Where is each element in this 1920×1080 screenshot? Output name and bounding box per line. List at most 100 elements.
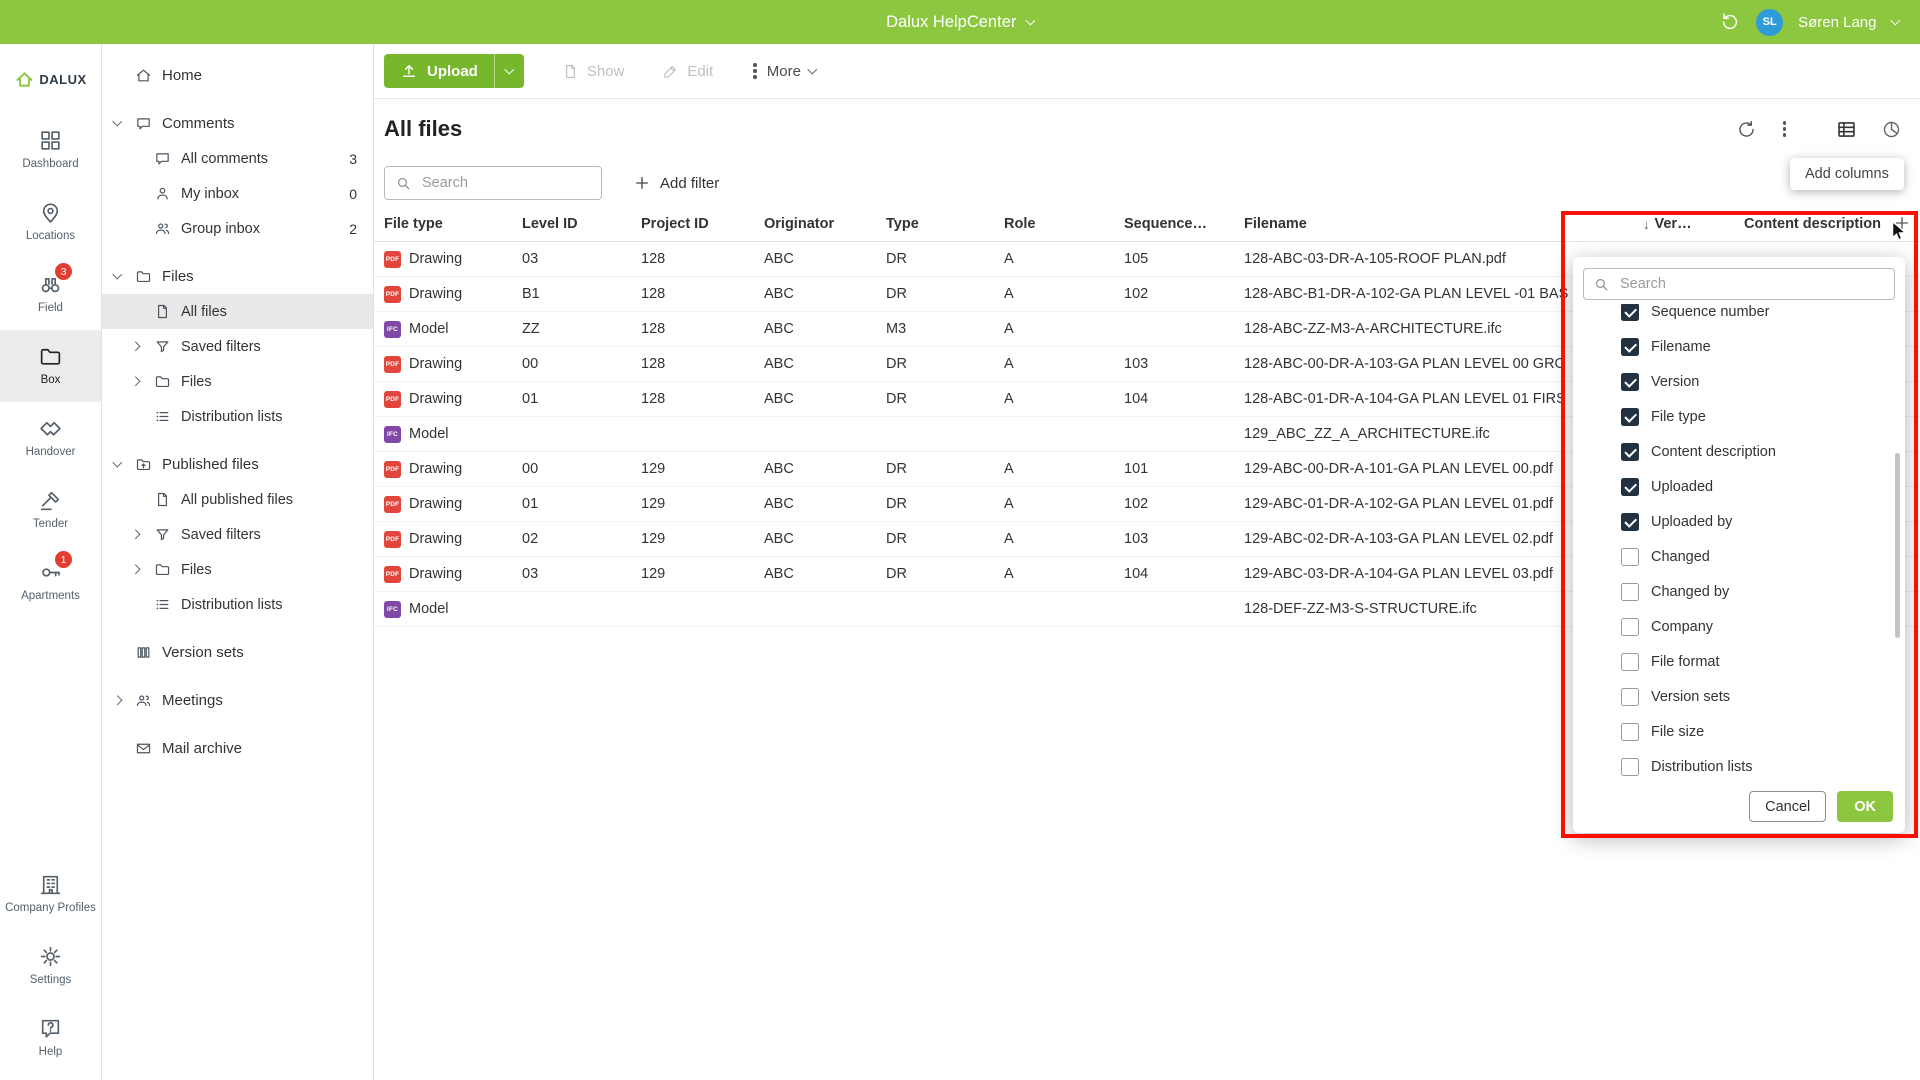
checkbox[interactable]	[1621, 373, 1639, 391]
options-kebab-icon[interactable]	[1781, 121, 1789, 137]
checkbox[interactable]	[1621, 443, 1639, 461]
table-view-icon[interactable]	[1836, 119, 1857, 140]
add-filter-button[interactable]: Add filter	[634, 175, 719, 192]
checkbox[interactable]	[1621, 478, 1639, 496]
chevron-down-icon[interactable]	[113, 270, 122, 279]
chevron-right-icon[interactable]	[131, 565, 140, 574]
sidebar-item-files-folder[interactable]: Files	[102, 364, 373, 399]
column-option[interactable]: Changed by	[1573, 574, 1905, 609]
checkbox[interactable]	[1621, 513, 1639, 531]
column-option[interactable]: Version sets	[1573, 679, 1905, 714]
checkbox[interactable]	[1621, 688, 1639, 706]
history-icon[interactable]	[1719, 11, 1741, 33]
checkbox[interactable]	[1621, 723, 1639, 741]
checkbox[interactable]	[1621, 408, 1639, 426]
chevron-down-icon[interactable]	[113, 117, 122, 126]
column-option[interactable]: Sequence number	[1573, 304, 1905, 329]
col-originator[interactable]: Originator	[764, 216, 886, 232]
col-file-type[interactable]: File type	[384, 216, 522, 232]
col-type[interactable]: Type	[886, 216, 1004, 232]
checkbox[interactable]	[1621, 583, 1639, 601]
sidebar-group-published-files[interactable]: Published files	[102, 447, 373, 482]
user-menu-chevron-icon[interactable]	[1890, 15, 1899, 24]
sidebar-item-published-files-folder[interactable]: Files	[102, 552, 373, 587]
column-option[interactable]: File format	[1573, 644, 1905, 679]
rail-item-field[interactable]: 3 Field	[0, 258, 101, 330]
col-version[interactable]: ↓ Ver…	[1643, 216, 1744, 232]
rail-item-help[interactable]: Help	[0, 1002, 101, 1074]
checkbox[interactable]	[1621, 548, 1639, 566]
column-option[interactable]: File size	[1573, 714, 1905, 749]
col-level-id[interactable]: Level ID	[522, 216, 641, 232]
chevron-right-icon[interactable]	[131, 530, 140, 539]
sidebar-item-version-sets[interactable]: Version sets	[102, 635, 373, 670]
col-filename[interactable]: Filename	[1244, 216, 1643, 232]
search-box[interactable]	[384, 166, 602, 200]
checkbox[interactable]	[1621, 758, 1639, 776]
rail-item-company-profiles[interactable]: Company Profiles	[0, 858, 101, 930]
project-id-cell: 129	[641, 461, 764, 477]
dalux-logo[interactable]: DALUX	[0, 44, 101, 114]
sidebar-group-meetings[interactable]: Meetings	[102, 683, 373, 718]
column-option[interactable]: Distribution lists	[1573, 749, 1905, 782]
sidebar-item-all-comments[interactable]: All comments 3	[102, 141, 373, 176]
col-role[interactable]: Role	[1004, 216, 1124, 232]
sidebar-item-published-saved-filters[interactable]: Saved filters	[102, 517, 373, 552]
popup-search-input[interactable]	[1618, 275, 1885, 293]
rail-item-settings[interactable]: Settings	[0, 930, 101, 1002]
cancel-button[interactable]: Cancel	[1749, 791, 1826, 822]
sidebar-item-mail-archive[interactable]: Mail archive	[102, 731, 373, 766]
column-option[interactable]: File type	[1573, 399, 1905, 434]
chevron-right-icon[interactable]	[113, 696, 122, 705]
rail-item-handover[interactable]: Handover	[0, 402, 101, 474]
avatar[interactable]: SL	[1756, 9, 1783, 36]
show-button[interactable]: Show	[562, 63, 625, 80]
sidebar-item-group-inbox[interactable]: Group inbox 2	[102, 211, 373, 246]
upload-dropdown-button[interactable]	[494, 54, 524, 88]
column-option[interactable]: Version	[1573, 364, 1905, 399]
col-project-id[interactable]: Project ID	[641, 216, 764, 232]
sidebar-item-saved-filters[interactable]: Saved filters	[102, 329, 373, 364]
sidebar-item-home[interactable]: Home	[102, 58, 373, 93]
sidebar-item-all-published-files[interactable]: All published files	[102, 482, 373, 517]
rail-item-label: Settings	[30, 974, 72, 987]
column-option[interactable]: Company	[1573, 609, 1905, 644]
edit-button[interactable]: Edit	[662, 63, 713, 80]
sidebar-item-all-files[interactable]: All files	[102, 294, 373, 329]
rail-item-apartments[interactable]: 1 Apartments	[0, 546, 101, 618]
rail-item-dashboard[interactable]: Dashboard	[0, 114, 101, 186]
upload-split-button[interactable]: Upload	[384, 54, 524, 88]
checkbox[interactable]	[1621, 338, 1639, 356]
sidebar-group-files[interactable]: Files	[102, 259, 373, 294]
more-button[interactable]: More	[751, 63, 815, 80]
checkbox[interactable]	[1621, 304, 1639, 321]
popup-scrollbar[interactable]	[1895, 453, 1900, 638]
column-option[interactable]: Content description	[1573, 434, 1905, 469]
refresh-icon[interactable]	[1736, 119, 1757, 140]
column-option[interactable]: Uploaded	[1573, 469, 1905, 504]
chevron-right-icon[interactable]	[131, 342, 140, 351]
rail-item-tender[interactable]: Tender	[0, 474, 101, 546]
ok-button[interactable]: OK	[1837, 791, 1893, 822]
column-option[interactable]: Changed	[1573, 539, 1905, 574]
rail-item-label: Dashboard	[22, 158, 78, 171]
rail-item-locations[interactable]: Locations	[0, 186, 101, 258]
checkbox[interactable]	[1621, 653, 1639, 671]
col-sequence[interactable]: Sequence…	[1124, 216, 1244, 232]
rail-item-box[interactable]: Box	[0, 330, 101, 402]
chevron-down-icon[interactable]	[113, 458, 122, 467]
search-input[interactable]	[420, 174, 591, 192]
chevron-right-icon[interactable]	[131, 377, 140, 386]
sidebar-group-comments[interactable]: Comments	[102, 106, 373, 141]
popup-search-box[interactable]	[1583, 268, 1895, 300]
sidebar-item-published-distribution-lists[interactable]: Distribution lists	[102, 587, 373, 622]
item-count: 3	[349, 151, 373, 167]
chart-view-icon[interactable]	[1881, 119, 1902, 140]
sidebar-item-distribution-lists[interactable]: Distribution lists	[102, 399, 373, 434]
project-switcher[interactable]: Dalux HelpCenter	[886, 13, 1034, 32]
checkbox[interactable]	[1621, 618, 1639, 636]
sidebar-item-my-inbox[interactable]: My inbox 0	[102, 176, 373, 211]
column-option[interactable]: Filename	[1573, 329, 1905, 364]
role-cell: A	[1004, 286, 1124, 302]
column-option[interactable]: Uploaded by	[1573, 504, 1905, 539]
